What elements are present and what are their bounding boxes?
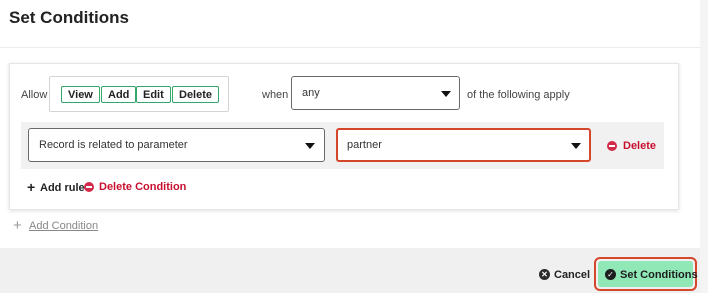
when-label: when <box>262 89 289 101</box>
add-rule-label: Add rule <box>40 182 85 194</box>
x-circle-icon: ✕ <box>539 269 550 280</box>
caret-down-icon <box>441 91 451 97</box>
permission-group: View Add Edit Delete <box>49 76 229 112</box>
caret-down-icon <box>571 143 581 149</box>
following-label: of the following apply <box>467 89 570 101</box>
cancel-label: Cancel <box>554 269 591 281</box>
rule-value: partner <box>347 139 382 151</box>
header-divider <box>0 47 700 48</box>
add-condition-label: Add Condition <box>29 220 99 232</box>
minus-circle-icon <box>84 182 94 192</box>
permission-chip-edit[interactable]: Edit <box>136 86 171 103</box>
plus-icon: + <box>13 217 22 234</box>
set-conditions-button-highlight: ✓ Set Conditions <box>594 257 698 291</box>
rule-field-select[interactable]: Record is related to parameter <box>28 128 325 162</box>
permission-chip-delete[interactable]: Delete <box>172 86 220 103</box>
allow-label: Allow <box>21 89 48 101</box>
set-conditions-button[interactable]: ✓ Set Conditions <box>598 261 698 287</box>
rule-value-select[interactable]: partner <box>336 128 591 162</box>
page-title: Set Conditions <box>9 8 129 27</box>
minus-circle-icon <box>607 141 617 151</box>
set-conditions-label: Set Conditions <box>620 269 698 281</box>
plus-icon: + <box>27 179 36 195</box>
match-select-value: any <box>302 87 320 99</box>
caret-down-icon <box>305 143 315 149</box>
check-circle-icon: ✓ <box>605 269 616 280</box>
permission-chip-add[interactable]: Add <box>101 86 137 103</box>
scrollbar[interactable] <box>700 0 708 293</box>
delete-rule-label: Delete <box>623 140 657 152</box>
rule-field-value: Record is related to parameter <box>39 139 188 151</box>
permission-chip-view[interactable]: View <box>61 86 100 103</box>
delete-condition-label: Delete Condition <box>99 181 187 193</box>
match-select[interactable]: any <box>291 76 460 110</box>
